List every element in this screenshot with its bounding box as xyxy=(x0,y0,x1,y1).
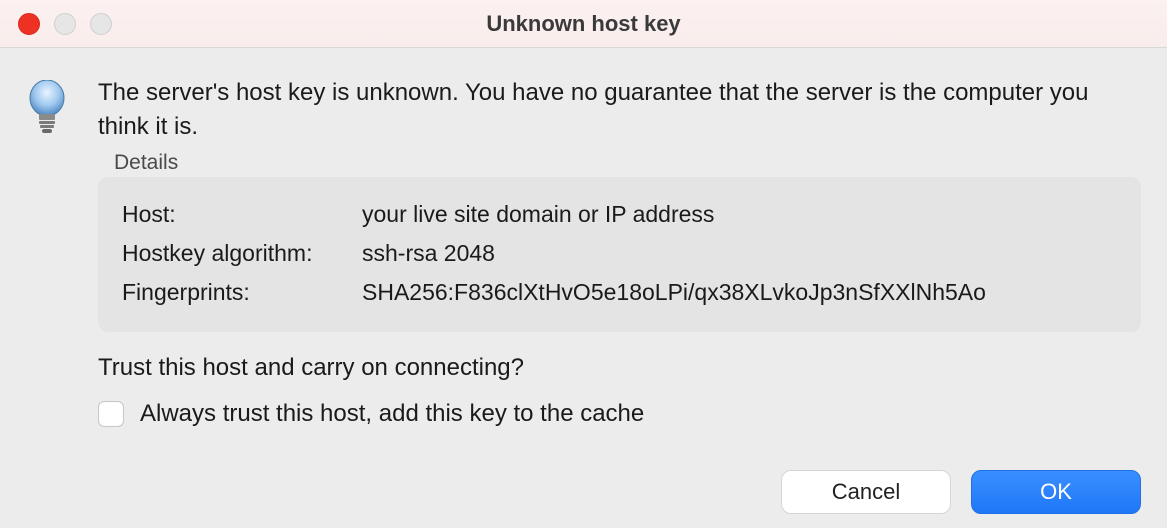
host-label: Host: xyxy=(122,195,362,234)
ok-button[interactable]: OK xyxy=(971,470,1141,514)
detail-row-host: Host: your live site domain or IP addres… xyxy=(122,195,1117,234)
dialog-content: The server's host key is unknown. You ha… xyxy=(0,48,1167,428)
algorithm-value: ssh-rsa 2048 xyxy=(362,234,495,273)
lightbulb-icon xyxy=(26,80,68,136)
always-trust-label: Always trust this host, add this key to … xyxy=(140,400,644,428)
button-row: Cancel OK xyxy=(781,470,1141,514)
window-title: Unknown host key xyxy=(0,11,1167,37)
checkbox-row: Always trust this host, add this key to … xyxy=(98,400,1141,428)
cancel-button[interactable]: Cancel xyxy=(781,470,951,514)
fingerprints-label: Fingerprints: xyxy=(122,273,362,312)
warning-text: The server's host key is unknown. You ha… xyxy=(98,76,1141,143)
host-value: your live site domain or IP address xyxy=(362,195,714,234)
trust-question: Trust this host and carry on connecting? xyxy=(98,354,1141,382)
algorithm-label: Hostkey algorithm: xyxy=(122,234,362,273)
main-column: The server's host key is unknown. You ha… xyxy=(98,76,1141,428)
close-window-button[interactable] xyxy=(18,13,40,35)
fingerprints-value: SHA256:F836clXtHvO5e18oLPi/qx38XLvkoJp3n… xyxy=(362,273,986,312)
titlebar: Unknown host key xyxy=(0,0,1167,48)
always-trust-checkbox[interactable] xyxy=(98,401,124,427)
icon-column xyxy=(26,76,68,428)
detail-row-fingerprints: Fingerprints: SHA256:F836clXtHvO5e18oLPi… xyxy=(122,273,1117,312)
minimize-window-button[interactable] xyxy=(54,13,76,35)
traffic-lights xyxy=(0,13,112,35)
details-box: Host: your live site domain or IP addres… xyxy=(98,177,1141,332)
maximize-window-button[interactable] xyxy=(90,13,112,35)
detail-row-algorithm: Hostkey algorithm: ssh-rsa 2048 xyxy=(122,234,1117,273)
details-label: Details xyxy=(114,151,1141,175)
